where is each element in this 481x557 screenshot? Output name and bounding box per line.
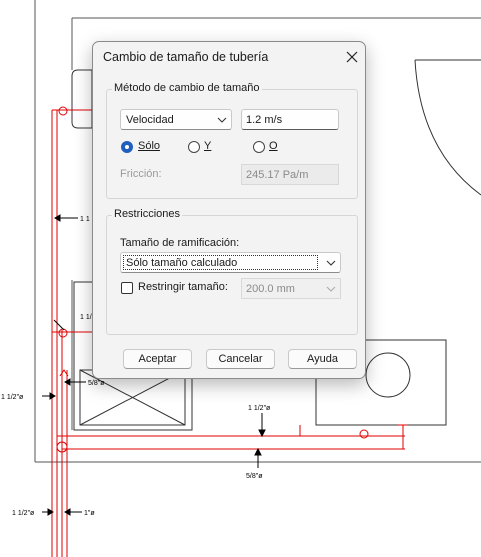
method-type-select[interactable]: Velocidad [120, 109, 232, 130]
dim-label-lower-left: 1 1/2"ø [12, 510, 35, 517]
close-icon [346, 51, 358, 63]
tub-fixture [414, 59, 481, 196]
method-type-value: Velocidad [126, 113, 174, 126]
chevron-down-icon [326, 260, 336, 266]
dim-label-lower-right: 1"ø [84, 510, 95, 517]
close-button[interactable] [341, 46, 363, 68]
method-group: Método de cambio de tamaño Velocidad 1.2… [106, 82, 358, 199]
restrict-size-select[interactable]: 200.0 mm [241, 278, 341, 299]
chevron-down-icon [326, 286, 336, 292]
restrictions-legend: Restricciones [112, 208, 183, 220]
restrict-size-value: 200.0 mm [246, 282, 295, 295]
restrictions-group: Restricciones Tamaño de ramificación: Só… [106, 208, 358, 335]
chevron-down-icon [217, 117, 227, 123]
radio-or-label[interactable]: O [269, 140, 278, 152]
branch-size-value: Sólo tamaño calculado [126, 256, 238, 269]
radio-only[interactable] [121, 141, 133, 153]
dialog-title: Cambio de tamaño de tubería [103, 50, 269, 64]
help-button[interactable]: Ayuda [288, 349, 357, 369]
method-value-input[interactable]: 1.2 m/s [241, 109, 339, 130]
radio-or[interactable] [253, 141, 265, 153]
dim-label-bottom: 5/8"ø [246, 473, 263, 480]
dim-label-partial-top: 1 1 [80, 216, 90, 223]
resize-pipe-dialog: Cambio de tamaño de tubería Método de ca… [92, 41, 366, 379]
friction-label: Fricción: [120, 168, 162, 180]
branch-size-select[interactable]: Sólo tamaño calculado [120, 252, 341, 273]
dim-label-left: 1 1/2"ø [1, 394, 24, 401]
fixture-left [71, 69, 93, 129]
method-value-text: 1.2 m/s [246, 113, 283, 126]
friction-value: 245.17 Pa/m [246, 168, 309, 181]
dim-label-right: 1 1/2"ø [248, 405, 271, 412]
friction-field: 245.17 Pa/m [241, 164, 339, 185]
dim-label-mid: 5/8"ø [88, 380, 105, 387]
restrict-size-checkbox[interactable] [121, 282, 133, 294]
restrict-size-label[interactable]: Restringir tamaño: [138, 281, 228, 293]
dim-label-partial-mid: 1 1/ [80, 314, 92, 321]
radio-and-label[interactable]: Y [204, 140, 211, 152]
ok-button[interactable]: Aceptar [123, 349, 192, 369]
branch-size-label: Tamaño de ramificación: [120, 237, 240, 249]
radio-and[interactable] [188, 141, 200, 153]
cancel-button[interactable]: Cancelar [206, 349, 275, 369]
radio-only-label[interactable]: Sólo [138, 140, 160, 152]
method-legend: Método de cambio de tamaño [112, 82, 262, 94]
